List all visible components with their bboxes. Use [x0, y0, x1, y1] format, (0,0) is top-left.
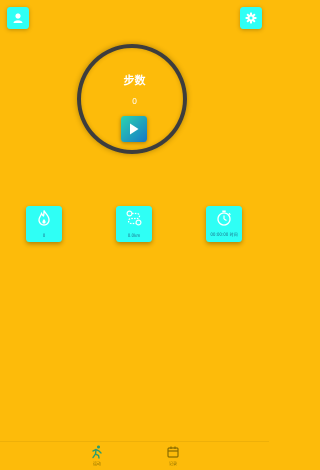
tab-history-label: 记录 — [169, 461, 177, 466]
steps-count: 0 — [131, 97, 138, 106]
tab-history[interactable]: 记录 — [158, 445, 188, 467]
distance-card: 0.0km — [116, 206, 152, 242]
calories-card: 0 — [26, 206, 62, 242]
history-icon — [158, 445, 188, 459]
duration-card: 00:00:00 时间 — [206, 206, 242, 242]
settings-button[interactable] — [240, 7, 262, 29]
calories-value: 0 — [42, 233, 46, 238]
steps-title: 步数 — [123, 74, 146, 87]
start-button[interactable] — [121, 116, 147, 142]
profile-button[interactable] — [7, 7, 29, 29]
gear-icon — [245, 9, 257, 28]
play-icon — [129, 120, 139, 139]
bottom-tab-bar: 运动 记录 — [0, 441, 269, 470]
tab-run[interactable]: 运动 — [82, 445, 112, 467]
duration-value: 00:00:00 时间 — [210, 232, 238, 237]
run-icon — [82, 445, 112, 459]
tab-run-label: 运动 — [93, 461, 101, 466]
distance-value: 0.0km — [127, 233, 141, 238]
person-icon — [12, 9, 24, 28]
